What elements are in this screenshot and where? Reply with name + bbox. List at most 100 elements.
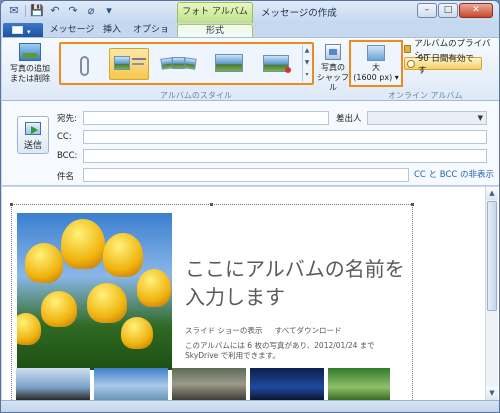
from-label: 差出人 xyxy=(336,114,362,124)
tulip-shape xyxy=(41,291,77,327)
download-all-link[interactable]: すべてダウンロード xyxy=(275,326,342,335)
subject-label: 件名 xyxy=(57,172,75,182)
tulip-shape xyxy=(17,313,41,345)
online-album-group-label: オンライン アルバム xyxy=(388,91,463,100)
style-thumb xyxy=(114,56,130,70)
minimize-button[interactable]: – xyxy=(417,3,437,18)
tab-format[interactable]: 形式 xyxy=(177,24,253,38)
save-icon[interactable]: 💾 xyxy=(30,4,44,18)
style-default[interactable] xyxy=(109,48,149,80)
tulip-shape xyxy=(103,233,143,277)
photo-size-value: (1600 px) ▾ xyxy=(353,73,399,82)
photo-size-label: 大 xyxy=(372,63,380,72)
photo-thumbnail[interactable] xyxy=(172,368,246,400)
send-button[interactable]: 送信 xyxy=(17,116,49,154)
photo-size-button[interactable]: 大 (1600 px) ▾ xyxy=(349,40,403,87)
shuffle-photos-label: 写真の シャッフル xyxy=(317,63,349,92)
photo-thumbnail[interactable] xyxy=(250,368,324,400)
gallery-up-arrow[interactable]: ▲ xyxy=(303,45,311,57)
subject-field[interactable] xyxy=(83,168,409,182)
add-remove-photos-button[interactable]: 写真の追加 または削除 xyxy=(7,43,53,84)
lock-icon xyxy=(404,44,412,53)
album-links: スライド ショーの表示 すべてダウンロード xyxy=(185,325,341,336)
style-attachment[interactable] xyxy=(65,48,105,80)
toolbar-separator xyxy=(25,5,26,17)
maximize-button[interactable]: □ xyxy=(438,3,458,18)
tab-options[interactable]: オプション xyxy=(129,24,173,48)
photo-thumbnail[interactable] xyxy=(328,368,390,400)
gallery-more-arrow[interactable]: ▾ xyxy=(303,69,311,81)
tab-insert[interactable]: 挿入 xyxy=(99,24,125,38)
title-bar: ✉ 💾 ↶ ↷ ⌀ ▾ フォト アルバム ツール メッセージの作成 – □ ✕ xyxy=(1,1,499,35)
badge-icon xyxy=(285,67,291,73)
chevron-down-icon: ▼ xyxy=(477,114,483,122)
tulip-shape xyxy=(121,317,153,349)
bcc-field[interactable] xyxy=(83,149,487,163)
photo-thumbnail[interactable] xyxy=(16,368,90,400)
scroll-thumb[interactable] xyxy=(487,201,497,311)
undo-icon[interactable]: ↶ xyxy=(48,4,62,18)
quick-access-toolbar: ✉ 💾 ↶ ↷ ⌀ ▾ xyxy=(7,4,116,18)
cc-field[interactable] xyxy=(83,130,487,144)
tulip-shape xyxy=(137,269,171,307)
add-remove-photos-label: 写真の追加 または削除 xyxy=(10,64,50,83)
validity-period-label: 90 日間有効です xyxy=(417,53,474,76)
album-style-gallery: ▲ ▼ ▾ xyxy=(59,42,314,85)
ribbon: 写真の追加 または削除 ▲ ▼ ▾ アルバムのスタイル 写真の シャッフル 大 … xyxy=(2,37,499,101)
album-cover-photo[interactable] xyxy=(17,213,172,370)
picture-size-icon xyxy=(367,45,385,61)
shuffle-icon xyxy=(325,44,341,60)
photo-thumbnail[interactable] xyxy=(94,368,168,400)
style-thumb xyxy=(183,57,197,70)
window-controls: – □ ✕ xyxy=(417,3,493,18)
bcc-label: BCC: xyxy=(57,151,78,161)
photo-album-tools-header: フォト アルバム ツール xyxy=(177,2,253,35)
redo-icon[interactable]: ↷ xyxy=(66,4,80,18)
tulip-shape xyxy=(25,243,63,283)
tulip-shape xyxy=(61,219,105,269)
style-tiles[interactable] xyxy=(209,48,249,80)
album-title-placeholder[interactable]: ここにアルバムの名前を 入力します xyxy=(185,255,405,311)
album-title-line1: ここにアルバムの名前を xyxy=(185,257,405,281)
photo-icon xyxy=(19,43,41,61)
scroll-down-arrow[interactable]: ▼ xyxy=(486,387,498,400)
scroll-up-arrow[interactable]: ▲ xyxy=(486,187,498,200)
body-scrollbar[interactable]: ▲ ▼ xyxy=(485,187,498,400)
send-label: 送信 xyxy=(23,141,42,151)
file-menu-icon xyxy=(12,26,23,34)
hide-cc-bcc-link[interactable]: CC と BCC の非表示 xyxy=(414,168,494,180)
gallery-down-arrow[interactable]: ▼ xyxy=(303,57,311,69)
style-filmstrip[interactable] xyxy=(159,48,199,80)
send-icon xyxy=(25,122,41,135)
compose-window: ✉ 💾 ↶ ↷ ⌀ ▾ フォト アルバム ツール メッセージの作成 – □ ✕ … xyxy=(0,0,500,413)
file-menu-button[interactable]: ▾ xyxy=(3,23,43,38)
close-button[interactable]: ✕ xyxy=(459,3,493,18)
style-thumb xyxy=(215,54,243,72)
shuffle-photos-button[interactable]: 写真の シャッフル xyxy=(316,44,350,93)
chevron-down-icon: ▾ xyxy=(27,28,31,36)
message-body[interactable]: ここにアルバムの名前を 入力します スライド ショーの表示 すべてダウンロード … xyxy=(2,187,499,402)
attach-icon[interactable]: ⌀ xyxy=(84,4,98,18)
album-title-line2: 入力します xyxy=(185,285,285,309)
customize-toolbar-icon[interactable]: ▾ xyxy=(102,4,116,18)
gallery-scroller: ▲ ▼ ▾ xyxy=(302,45,311,82)
resize-handle[interactable] xyxy=(210,203,213,206)
tulip-shape xyxy=(87,283,127,323)
from-select[interactable]: ▼ xyxy=(367,111,487,125)
slideshow-link[interactable]: スライド ショーの表示 xyxy=(185,326,262,335)
to-label: 宛先: xyxy=(57,114,77,124)
album-style-group-label: アルバムのスタイル xyxy=(160,91,232,100)
to-field[interactable] xyxy=(83,111,329,125)
app-menu-icon[interactable]: ✉ xyxy=(7,4,21,18)
paperclip-icon xyxy=(80,56,89,76)
style-frame[interactable] xyxy=(258,48,298,80)
album-privacy-area: アルバムのプライバシー 90 日間有効です xyxy=(404,39,496,76)
style-lines xyxy=(132,63,144,65)
album-description: このアルバムには 6 枚の写真があり、2012/01/24 まで SkyDriv… xyxy=(185,341,375,360)
clock-icon xyxy=(407,59,415,68)
photo-thumbnail-strip xyxy=(16,368,390,400)
status-bar xyxy=(1,400,499,412)
resize-handle[interactable] xyxy=(10,203,13,206)
resize-handle[interactable] xyxy=(411,203,414,206)
tab-message[interactable]: メッセージ xyxy=(47,24,97,38)
